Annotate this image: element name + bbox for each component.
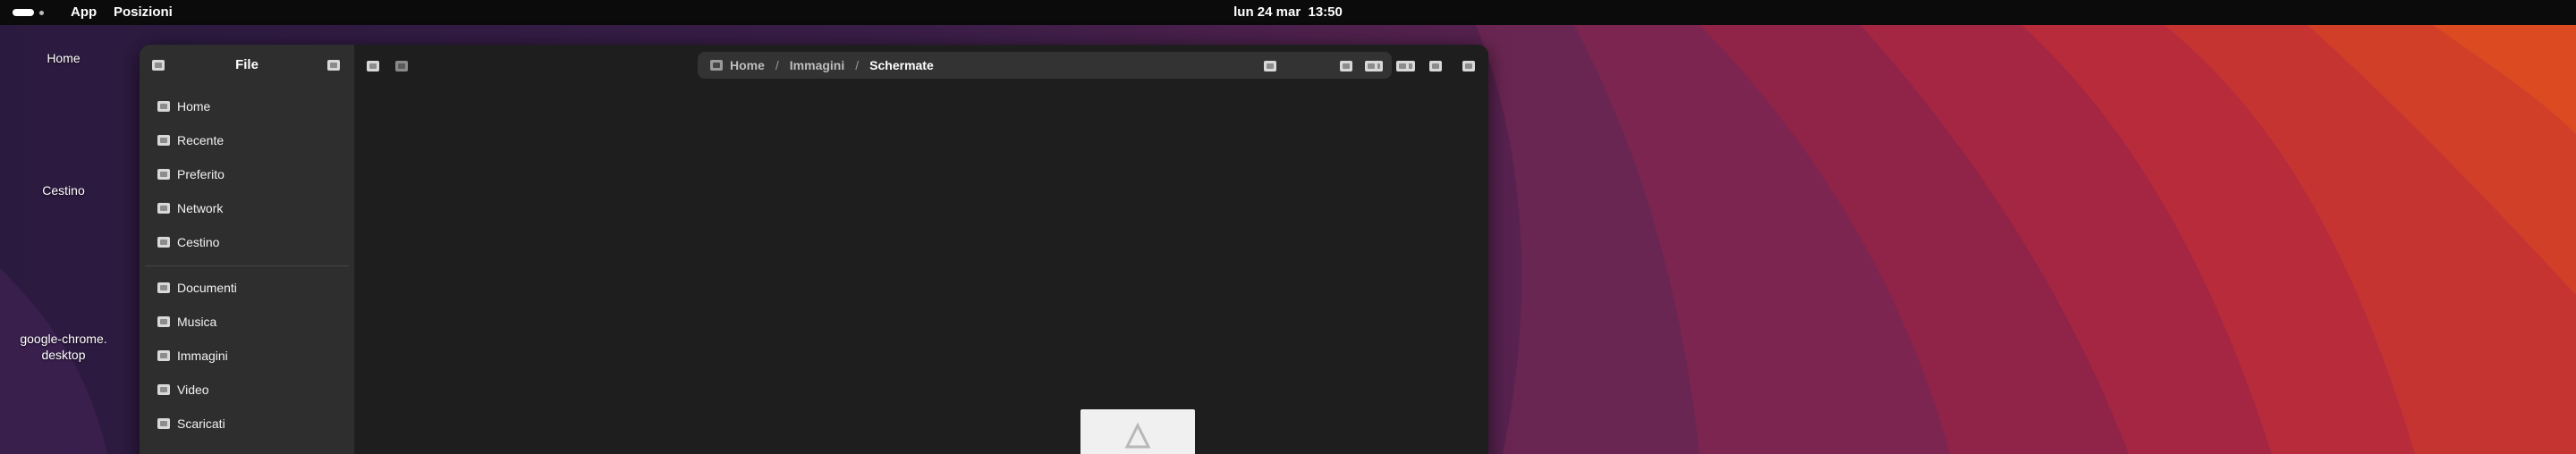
sidebar-item-label: Musica [177,315,217,329]
clock-label: lun 24 mar 13:50 [1233,4,1343,20]
sidebar-item-label: Preferito [177,167,225,181]
home-icon [710,60,723,71]
clock[interactable]: lun 24 mar 13:50 [0,4,2576,20]
sidebar-item-label: Immagini [177,349,228,363]
desktop-icon-trash[interactable]: Cestino [10,182,117,198]
folder-download-icon [157,418,170,429]
sort-icon [1396,61,1409,71]
clock-icon [157,135,170,146]
close-button[interactable] [1462,60,1475,76]
desktop-icon-home[interactable]: Home [10,50,117,66]
sidebar-item-documenti[interactable]: Documenti [157,277,237,298]
desktop-icon-label: Cestino [42,183,85,198]
sidebar-divider [145,265,349,266]
desktop-icon-label: google-chrome. desktop [20,332,107,362]
minimize-button[interactable] [1429,60,1442,76]
grid-view-icon [1365,61,1377,71]
folder-documents-icon [157,282,170,293]
network-icon [157,203,170,214]
sidebar-item-label: Scaricati [177,416,225,431]
image-placeholder-icon [1124,422,1151,449]
sidebar-item-label: Network [177,201,224,215]
sidebar-item-label: Cestino [177,235,220,249]
sidebar-item-label: Documenti [177,281,237,295]
minimize-icon [1429,61,1442,71]
sidebar-item-cestino[interactable]: Cestino [157,231,219,253]
list-view-icon [1340,61,1352,71]
breadcrumb-home[interactable]: Home [730,58,765,72]
sidebar-item-video[interactable]: Video [157,379,209,400]
desktop-icon-google-chrome[interactable]: google-chrome. desktop [10,315,117,363]
main-menu-button[interactable] [327,59,340,75]
list-view-button[interactable] [1340,60,1352,76]
sidebar-item-immagini[interactable]: Immagini [157,345,228,366]
sidebar-item-scaricati[interactable]: Scaricati [157,413,225,434]
back-button[interactable] [367,60,379,76]
folder-videos-icon [157,384,170,395]
folder-pictures-icon [157,350,170,361]
close-icon [1462,61,1475,71]
home-icon [157,101,170,112]
sidebar-item-network[interactable]: Network [157,198,223,219]
desktop-icon-label: Home [47,51,80,65]
sidebar-item-label: Home [177,99,211,114]
hamburger-menu-icon [327,60,340,71]
breadcrumb-separator: / [855,58,860,72]
breadcrumb-schermate[interactable]: Schermate [869,58,934,72]
sidebar-item-recente[interactable]: Recente [157,130,224,151]
grid-view-button[interactable] [1365,60,1377,76]
breadcrumb-immagini[interactable]: Immagini [790,58,844,72]
sidebar: File Home Recente Preferito Network Cest… [140,45,354,454]
header-bar: Home / Immagini / Schermate [354,45,1488,86]
sidebar-item-preferito[interactable]: Preferito [157,164,225,185]
content-area[interactable]: Home / Immagini / Schermate [354,45,1488,454]
sidebar-title: File [235,57,258,72]
view-options-button[interactable] [1264,60,1276,76]
top-bar: App Posizioni lun 24 mar 13:50 [0,0,2576,25]
folder-music-icon [157,316,170,327]
forward-button[interactable] [395,60,408,76]
path-bar[interactable]: Home / Immagini / Schermate [698,52,1392,79]
back-arrow-icon [367,61,379,71]
sort-button[interactable] [1396,60,1409,76]
sidebar-item-label: Recente [177,133,225,147]
sidebar-header: File [140,45,354,86]
file-manager-window: File Home Recente Preferito Network Cest… [140,45,1488,454]
file-thumbnail[interactable] [1080,409,1195,454]
forward-arrow-icon [395,61,408,71]
sidebar-item-label: Video [177,383,209,397]
star-icon [157,169,170,180]
view-options-icon [1264,61,1276,71]
breadcrumb-separator: / [775,58,779,72]
sidebar-item-musica[interactable]: Musica [157,311,216,332]
trash-icon [157,237,170,248]
sidebar-item-home[interactable]: Home [157,96,210,117]
